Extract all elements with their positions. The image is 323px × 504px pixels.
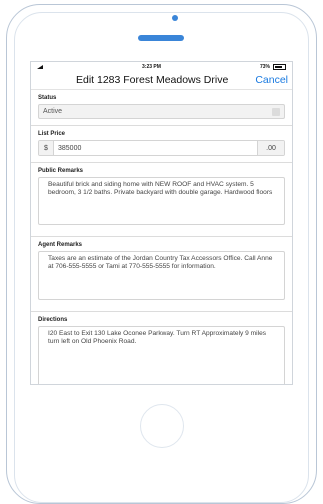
cancel-button[interactable]: Cancel: [255, 74, 288, 86]
list-price-input[interactable]: 385000: [54, 141, 257, 155]
status-section: Status Active: [31, 90, 292, 126]
agent-remarks-label: Agent Remarks: [38, 242, 83, 248]
page-title: Edit 1283 Forest Meadows Drive: [75, 74, 229, 86]
public-remarks-label: Public Remarks: [38, 168, 84, 174]
battery-icon: [272, 63, 286, 70]
directions-textarea[interactable]: I20 East to Exit 130 Lake Oconee Parkway…: [38, 326, 285, 384]
status-label: Status: [38, 95, 57, 101]
status-value: Active: [43, 108, 63, 115]
public-remarks-section: Public Remarks Beautiful brick and sidin…: [31, 163, 292, 237]
cents-suffix: .00: [257, 141, 284, 155]
camera-icon: [172, 15, 178, 21]
status-select[interactable]: Active: [38, 104, 285, 119]
agent-remarks-textarea[interactable]: Taxes are an estimate of the Jordan Coun…: [38, 251, 285, 300]
status-bar: 3:23 PM 73%: [31, 62, 292, 71]
phone-screen: 3:23 PM 73% Edit 1283 Forest Meadows Dri…: [30, 61, 293, 385]
directions-section: Directions I20 East to Exit 130 Lake Oco…: [31, 312, 292, 384]
home-button[interactable]: [140, 404, 184, 448]
list-price-field: $ 385000 .00: [38, 140, 285, 156]
chevron-down-icon: [272, 107, 280, 116]
list-price-label: List Price: [38, 131, 66, 137]
public-remarks-textarea[interactable]: Beautiful brick and siding home with NEW…: [38, 177, 285, 225]
currency-prefix: $: [39, 141, 54, 155]
agent-remarks-section: Agent Remarks Taxes are an estimate of t…: [31, 237, 292, 312]
status-right: 73%: [259, 63, 286, 70]
speaker-icon: [138, 35, 184, 41]
nav-bar: Edit 1283 Forest Meadows Drive Cancel: [31, 71, 292, 90]
list-price-section: List Price $ 385000 .00: [31, 126, 292, 163]
status-time: 3:23 PM: [142, 63, 161, 70]
signal-icon: [37, 64, 43, 69]
status-left: [37, 64, 43, 69]
battery-percent: 73%: [259, 63, 270, 70]
directions-label: Directions: [38, 317, 68, 323]
edit-listing-form: Status Active List Price $ 385000 .00 Pu…: [31, 90, 292, 384]
